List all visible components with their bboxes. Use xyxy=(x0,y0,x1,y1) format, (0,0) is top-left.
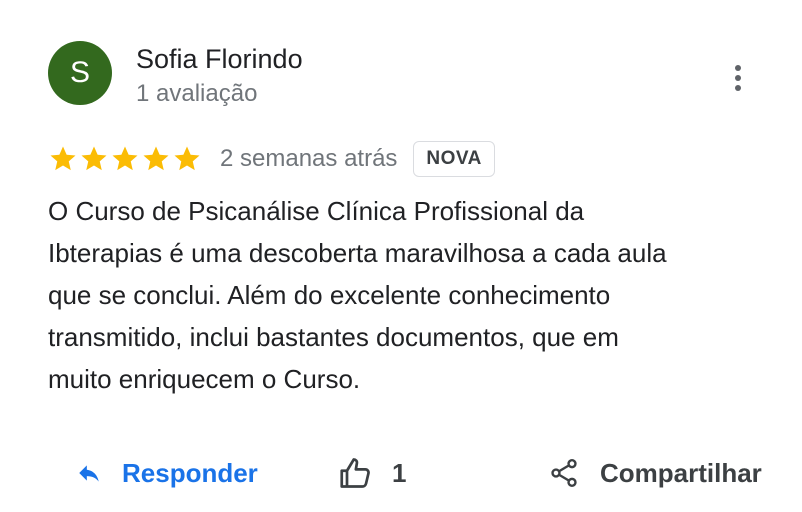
review-date: 2 semanas atrás xyxy=(220,145,398,172)
author-name[interactable]: Sofia Florindo xyxy=(136,44,303,75)
share-icon xyxy=(551,459,577,487)
new-badge: NOVA xyxy=(413,141,495,177)
like-count: 1 xyxy=(392,457,407,488)
review-actions: Responder 1 Compartilhar xyxy=(0,448,802,498)
share-button[interactable]: Compartilhar xyxy=(548,448,762,498)
star-icon xyxy=(141,144,171,174)
avatar[interactable]: S xyxy=(48,41,112,105)
thumb-up-icon xyxy=(340,458,370,488)
review-text-line: muito enriquecem o Curso. xyxy=(48,364,361,394)
review-text: O Curso de Psicanálise Clínica Profissio… xyxy=(48,190,768,400)
rating-row: 2 semanas atrás NOVA xyxy=(48,138,495,180)
share-label: Compartilhar xyxy=(600,457,762,488)
review-card: S Sofia Florindo 1 avaliação 2 semanas a… xyxy=(0,0,802,512)
star-icon xyxy=(79,144,109,174)
review-text-line: O Curso de Psicanálise Clínica Profissio… xyxy=(48,196,585,226)
reply-label: Responder xyxy=(122,457,258,488)
more-options-button[interactable] xyxy=(720,58,756,98)
like-button[interactable]: 1 xyxy=(338,448,406,498)
reply-icon xyxy=(79,465,99,482)
avatar-initial: S xyxy=(69,56,90,89)
review-text-line: que se conclui. Além do excelente conhec… xyxy=(48,280,611,310)
star-icon xyxy=(172,144,202,174)
star-rating xyxy=(48,144,202,174)
review-text-line: Ibterapias é uma descoberta maravilhosa … xyxy=(48,238,667,268)
star-icon xyxy=(48,144,78,174)
review-text-line: transmitido, inclui bastantes documentos… xyxy=(48,322,619,352)
more-vert-icon xyxy=(735,65,741,91)
star-icon xyxy=(110,144,140,174)
reply-button[interactable]: Responder xyxy=(74,448,258,498)
author-review-count[interactable]: 1 avaliação xyxy=(136,80,257,108)
